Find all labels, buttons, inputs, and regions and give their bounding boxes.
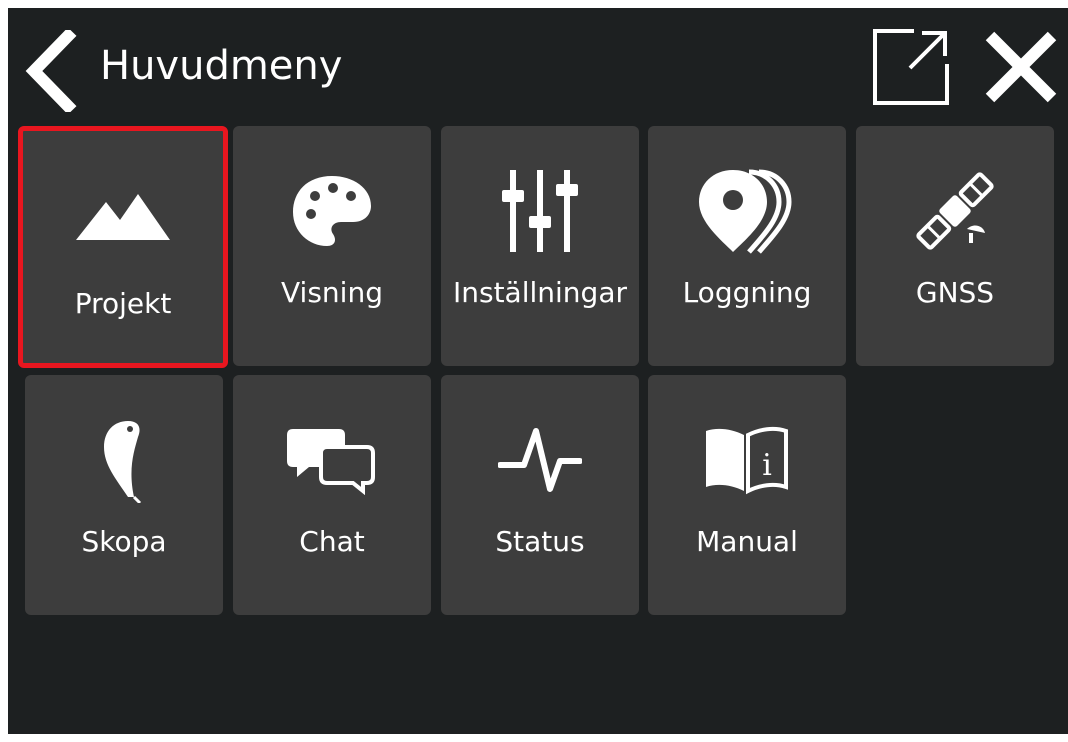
popout-button[interactable]	[870, 26, 952, 108]
menu-tile-label: GNSS	[915, 276, 995, 309]
menu-tile-status[interactable]: Status	[441, 375, 639, 615]
page-title: Huvudmeny	[100, 43, 343, 89]
chat-bubbles-icon	[233, 375, 431, 545]
menu-tile-loggning[interactable]: Loggning	[648, 126, 846, 366]
menu-tile-manual[interactable]: i Manual	[648, 375, 846, 615]
menu-tile-installningar[interactable]: Inställningar	[441, 126, 639, 366]
map-pins-icon	[648, 126, 846, 296]
main-menu-panel: Huvudmeny Projekt Visning Inställningar …	[8, 8, 1068, 734]
menu-tile-gnss[interactable]: GNSS	[856, 126, 1054, 366]
palette-icon	[233, 126, 431, 296]
bucket-icon	[25, 375, 223, 545]
close-button[interactable]	[980, 26, 1062, 108]
chevron-left-icon	[25, 27, 77, 115]
menu-tile-label: Status	[495, 525, 585, 558]
svg-text:i: i	[762, 448, 772, 483]
back-button[interactable]	[22, 27, 78, 115]
menu-tile-label: Chat	[299, 525, 365, 558]
info-book-icon: i	[648, 375, 846, 545]
menu-tile-projekt[interactable]: Projekt	[18, 126, 228, 368]
pulse-icon	[441, 375, 639, 545]
menu-tile-skopa[interactable]: Skopa	[25, 375, 223, 615]
menu-tile-label: Visning	[281, 276, 383, 309]
mountains-icon	[23, 131, 223, 301]
satellite-icon	[856, 126, 1054, 296]
close-icon	[985, 31, 1057, 103]
menu-tile-visning[interactable]: Visning	[233, 126, 431, 366]
external-window-icon	[873, 29, 949, 105]
menu-tile-label: Projekt	[74, 287, 172, 320]
menu-tile-label: Manual	[696, 525, 798, 558]
menu-tile-label: Inställningar	[452, 276, 627, 309]
menu-tile-label: Loggning	[682, 276, 812, 309]
sliders-icon	[441, 126, 639, 296]
menu-tile-chat[interactable]: Chat	[233, 375, 431, 615]
menu-tile-label: Skopa	[81, 525, 167, 558]
